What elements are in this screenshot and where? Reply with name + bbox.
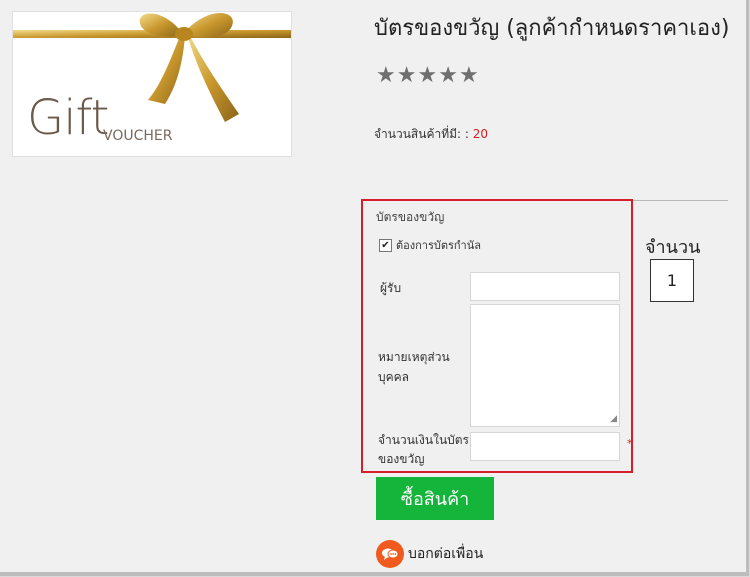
- star-icon: ★: [376, 63, 396, 88]
- product-image: Gift VOUCHER: [12, 11, 292, 157]
- star-icon: ★: [417, 63, 438, 88]
- recipient-label: ผู้รับ: [380, 281, 402, 295]
- star-icon: ★: [438, 63, 458, 88]
- amount-label-line1: จำนวนเงินในบัตร: [378, 433, 469, 447]
- resize-handle-icon[interactable]: ◢: [610, 415, 617, 424]
- amount-label-line2: ของขวัญ: [378, 452, 425, 466]
- message-label-line2: บุคคล: [378, 370, 410, 384]
- rating-stars: ★ ★ ★ ★ ★: [376, 65, 479, 87]
- chat-bubbles-icon: [376, 540, 404, 568]
- star-icon: ★: [396, 63, 417, 88]
- required-marker: *: [627, 437, 633, 450]
- product-title: บัตรของขวัญ (ลูกค้ากำหนดราคาเอง): [374, 16, 730, 41]
- stock-info: จำนวนสินค้าที่มี: : 20: [374, 125, 488, 144]
- share-label: บอกต่อเพื่อน: [408, 546, 484, 562]
- quantity-input[interactable]: 1: [650, 259, 694, 302]
- amount-input[interactable]: [470, 432, 620, 461]
- quantity-label: จำนวน: [645, 237, 701, 258]
- gift-text: Gift: [27, 90, 109, 146]
- message-label-line1: หมายเหตุส่วน: [378, 350, 450, 364]
- voucher-text: VOUCHER: [103, 128, 173, 144]
- physical-card-checkbox[interactable]: ✔: [379, 238, 392, 252]
- gift-card-form-title: บัตรของขวัญ: [376, 210, 445, 224]
- physical-card-option[interactable]: ✔ ต้องการบัตรกำนัล: [379, 236, 481, 254]
- stock-value: 20: [472, 127, 489, 141]
- share-with-friend-link[interactable]: บอกต่อเพื่อน: [376, 540, 483, 568]
- physical-card-label: ต้องการบัตรกำนัล: [396, 239, 481, 252]
- stock-label: จำนวนสินค้าที่มี: :: [374, 127, 469, 141]
- recipient-input[interactable]: [470, 272, 620, 301]
- buy-button[interactable]: ซื้อสินค้า: [376, 477, 494, 520]
- message-textarea[interactable]: ◢: [470, 304, 620, 427]
- star-icon: ★: [458, 63, 479, 88]
